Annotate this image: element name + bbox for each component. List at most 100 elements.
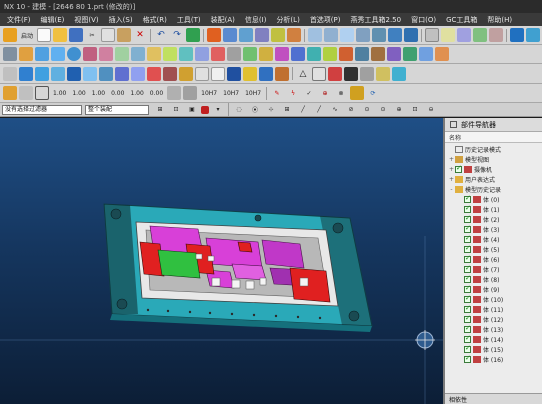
assembly-icon[interactable]: [3, 66, 17, 81]
number-button-4[interactable]: 0.00: [109, 86, 126, 100]
tree-item-body[interactable]: 体 (5): [448, 244, 542, 254]
open-folder-icon[interactable]: [53, 28, 68, 42]
trim-body-icon[interactable]: [356, 28, 371, 42]
navigator-column-header[interactable]: 名称: [445, 132, 542, 143]
centerline-icon[interactable]: [350, 86, 365, 100]
point-on-face-icon[interactable]: ⊕: [392, 103, 406, 117]
select-edge-icon[interactable]: ◌: [232, 103, 246, 117]
pocket-icon[interactable]: [287, 28, 302, 42]
repeat-command-icon[interactable]: [186, 28, 201, 42]
edge-blend-icon[interactable]: [308, 28, 323, 42]
menu-format[interactable]: 格式(R): [138, 15, 172, 25]
visibility-checkbox[interactable]: [464, 264, 471, 273]
datum-feature-icon[interactable]: ⊕: [318, 86, 332, 100]
arc-center-icon[interactable]: ╱: [312, 103, 326, 117]
mid-point-icon[interactable]: ⊹: [264, 103, 278, 117]
bom-icon[interactable]: [195, 66, 209, 81]
view-orientation-crosshair-icon[interactable]: [415, 330, 435, 350]
menu-yanxiu-toolbox[interactable]: 燕秀工具箱2.50: [346, 15, 407, 25]
copy-icon[interactable]: [101, 28, 116, 42]
block-icon[interactable]: [19, 47, 33, 61]
expand-toggle[interactable]: +: [448, 166, 455, 173]
delete-face-icon[interactable]: [291, 47, 305, 61]
shell-icon[interactable]: [340, 28, 355, 42]
tree-item-body[interactable]: 体 (16): [448, 354, 542, 364]
visibility-checkbox[interactable]: [464, 234, 471, 243]
menu-view[interactable]: 视图(V): [69, 15, 103, 25]
menu-tools[interactable]: 工具(T): [172, 15, 206, 25]
menu-gc-toolbox[interactable]: GC工具箱: [441, 15, 482, 25]
visibility-checkbox[interactable]: [464, 224, 471, 233]
interference-icon[interactable]: [179, 66, 193, 81]
visibility-checkbox[interactable]: [464, 194, 471, 203]
move-component-icon[interactable]: [67, 66, 81, 81]
select-face-icon[interactable]: ▾: [211, 103, 225, 117]
number-button-6[interactable]: 0.00: [148, 86, 165, 100]
number-button-5[interactable]: 1.00: [128, 86, 145, 100]
tree-item-body[interactable]: 体 (8): [448, 274, 542, 284]
cylinder-icon[interactable]: [35, 47, 49, 61]
save-icon[interactable]: [69, 28, 84, 42]
visibility-checkbox[interactable]: [464, 204, 471, 213]
swept-icon[interactable]: [419, 47, 433, 61]
post-process-icon[interactable]: [275, 66, 289, 81]
tree-item-body[interactable]: 体 (13): [448, 324, 542, 334]
measure-angle-icon[interactable]: [489, 28, 504, 42]
mirror-icon[interactable]: [163, 47, 177, 61]
tree-item-body[interactable]: 体 (9): [448, 284, 542, 294]
tangent-point-icon[interactable]: ∿: [328, 103, 342, 117]
visibility-checkbox[interactable]: [464, 214, 471, 223]
move-face-icon[interactable]: [275, 47, 289, 61]
tree-item-body[interactable]: 体 (15): [448, 344, 542, 354]
material-icon[interactable]: [392, 66, 406, 81]
menu-preferences[interactable]: 首选项(P): [305, 15, 346, 25]
visibility-checkbox[interactable]: [464, 304, 471, 313]
redo-icon[interactable]: ↷: [170, 28, 184, 42]
simulation-icon[interactable]: [259, 66, 273, 81]
tree-item-body[interactable]: 体 (3): [448, 224, 542, 234]
delete-icon[interactable]: ✕: [133, 28, 147, 42]
add-component-icon[interactable]: [19, 66, 33, 81]
resize-face-icon[interactable]: [307, 47, 321, 61]
new-file-icon[interactable]: [37, 28, 52, 42]
datum-plane-icon[interactable]: [441, 28, 456, 42]
visibility-checkbox[interactable]: [464, 324, 471, 333]
weight-icon[interactable]: [163, 66, 177, 81]
visibility-checkbox[interactable]: [464, 344, 471, 353]
coordinate-icon[interactable]: [35, 86, 49, 100]
sew-icon[interactable]: [227, 47, 241, 61]
nx-start-icon[interactable]: [3, 28, 17, 42]
tree-item-body[interactable]: 体 (11): [448, 304, 542, 314]
exploded-view-icon[interactable]: [131, 66, 145, 81]
undo-icon[interactable]: ↶: [154, 28, 168, 42]
draft-icon[interactable]: [195, 47, 209, 61]
mate-constraint-icon[interactable]: [51, 66, 65, 81]
split-body-icon[interactable]: [372, 28, 387, 42]
select-body-icon[interactable]: [201, 105, 209, 114]
number-button-3[interactable]: 1.00: [90, 86, 107, 100]
simplify-icon[interactable]: [339, 47, 353, 61]
visibility-checkbox[interactable]: [455, 164, 462, 173]
menu-assembly[interactable]: 装配(A): [206, 15, 240, 25]
scope-select[interactable]: 整个装配: [85, 104, 149, 115]
extrude-icon[interactable]: [223, 28, 238, 42]
bounded-grid-icon[interactable]: ⊡: [408, 103, 422, 117]
extract-geometry-icon[interactable]: [243, 47, 257, 61]
wcs-icon[interactable]: [425, 28, 440, 42]
control-point-icon[interactable]: ⊞: [280, 103, 294, 117]
studio-icon[interactable]: [344, 66, 358, 81]
tree-item-body[interactable]: 体 (6): [448, 254, 542, 264]
menu-help[interactable]: 帮助(H): [482, 15, 517, 25]
visibility-checkbox[interactable]: [464, 254, 471, 263]
menu-window[interactable]: 窗口(O): [406, 15, 441, 25]
sketch-icon[interactable]: [207, 28, 222, 42]
render-icon[interactable]: [328, 66, 342, 81]
end-point-icon[interactable]: ⦿: [248, 103, 262, 117]
boss-icon[interactable]: [271, 28, 286, 42]
sphere-icon[interactable]: [67, 47, 81, 61]
cam-icon[interactable]: [227, 66, 241, 81]
start-menu-button[interactable]: 启动: [19, 28, 35, 42]
tree-item-body[interactable]: 体 (2): [448, 214, 542, 224]
triangle-icon[interactable]: △: [296, 67, 310, 81]
tree-item-cameras[interactable]: + 摄像机: [448, 164, 542, 174]
